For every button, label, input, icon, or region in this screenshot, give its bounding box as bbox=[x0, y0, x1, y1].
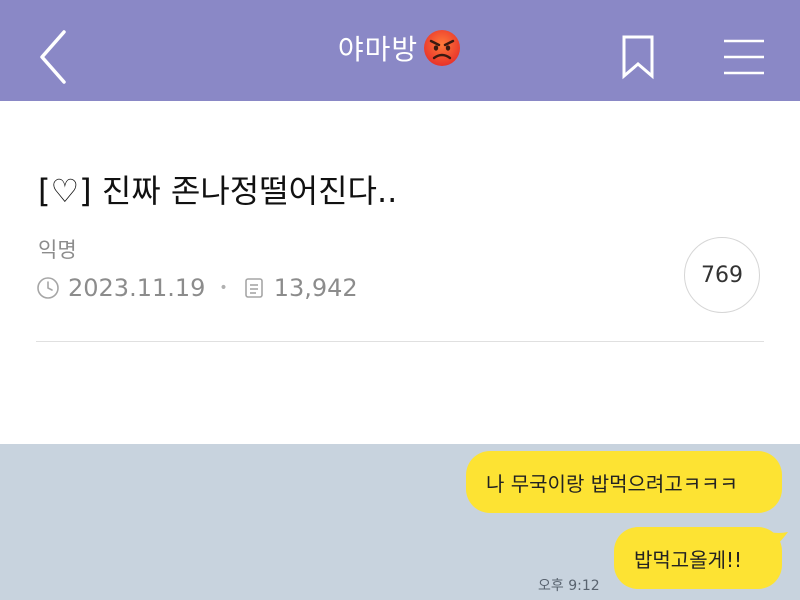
bookmark-button[interactable] bbox=[616, 34, 660, 80]
board-title: 야마방 bbox=[337, 32, 419, 66]
comment-count-button[interactable]: 769 bbox=[684, 237, 760, 313]
meta-separator-dot: • bbox=[219, 280, 228, 296]
header-title-area: 야마방 bbox=[0, 0, 800, 101]
chat-message-bubble: 밥먹고올게!! bbox=[614, 527, 782, 589]
chat-message-bubble: 나 무국이랑 밥먹으려고ㅋㅋㅋ bbox=[466, 451, 782, 513]
back-button[interactable] bbox=[30, 28, 80, 86]
menu-button[interactable] bbox=[720, 38, 768, 78]
post-title: [♡] 진짜 존나정떨어진다.. bbox=[38, 172, 398, 210]
post-meta: 2023.11.19 • 13,942 bbox=[36, 274, 358, 302]
post-date: 2023.11.19 bbox=[68, 274, 206, 302]
chevron-left-icon bbox=[40, 30, 66, 84]
hamburger-menu-icon bbox=[724, 39, 764, 75]
bookmark-icon bbox=[622, 35, 654, 80]
chat-timestamp: 오후 9:12 bbox=[538, 578, 600, 594]
post-header: [♡] 진짜 존나정떨어진다.. 익명 2023.11.19 • 13,942 bbox=[0, 101, 800, 444]
app-screen: 야마방 [♡] 진짜 존나정떨어진다.. 익명 2023.11.19 • 13,… bbox=[0, 0, 800, 600]
angry-face-icon bbox=[422, 28, 462, 68]
chat-bubble-tail bbox=[770, 532, 788, 548]
post-view-count: 13,942 bbox=[273, 274, 358, 302]
top-app-bar: 야마방 bbox=[0, 0, 800, 101]
post-author: 익명 bbox=[38, 238, 77, 262]
post-divider bbox=[36, 341, 764, 342]
chat-screenshot: 나 무국이랑 밥먹으려고ㅋㅋㅋ 밥먹고올게!! 오후 9:12 bbox=[0, 444, 800, 600]
header-title-group: 야마방 bbox=[338, 28, 462, 68]
clock-icon bbox=[36, 276, 60, 300]
document-icon bbox=[242, 276, 266, 300]
